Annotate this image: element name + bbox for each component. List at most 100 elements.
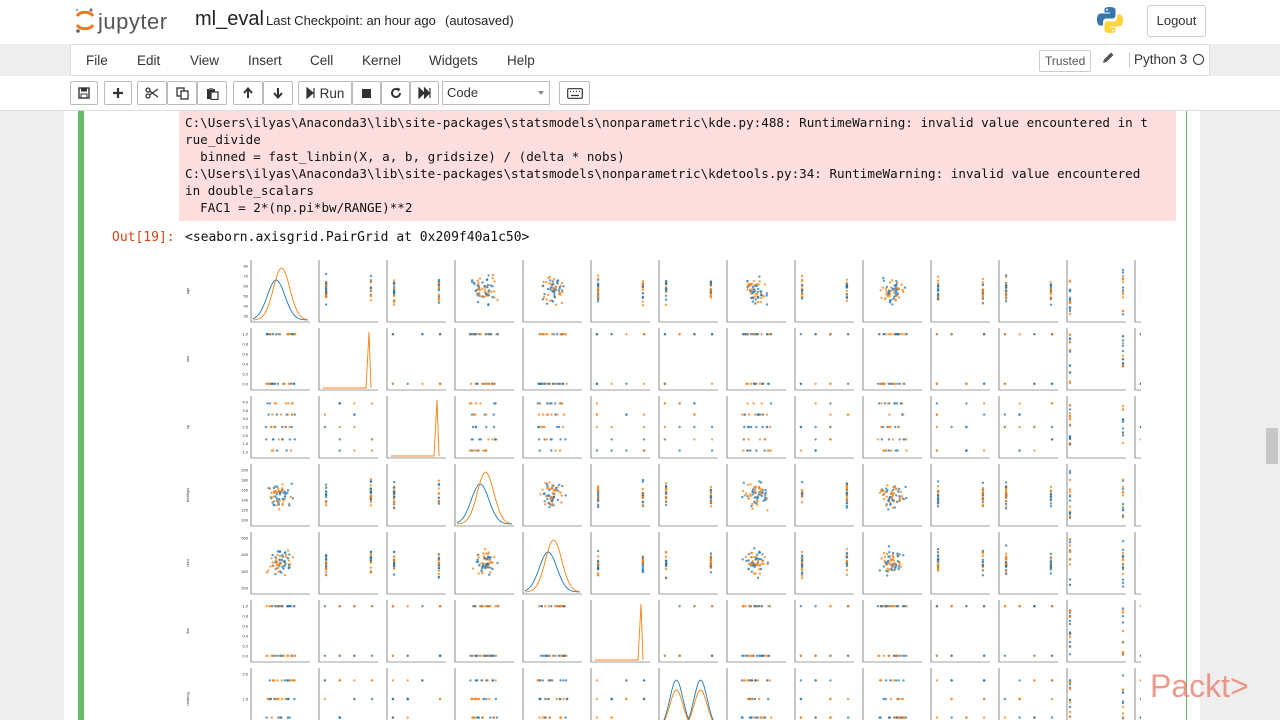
interrupt-button[interactable] [352,81,381,105]
scatter-point [324,561,328,564]
menu-help[interactable]: Help [507,53,535,68]
scatter-point [482,552,485,555]
scatter-point [1068,645,1072,648]
scatter-point [369,558,373,562]
move-down-button[interactable] [263,81,293,105]
scatter-point [550,449,553,452]
scatter-point [1049,289,1053,292]
scatter-point [284,495,287,498]
pencil-icon[interactable] [1101,51,1115,70]
scatter-point [664,562,668,565]
scatter-point [900,495,903,498]
scatter-point [1050,402,1054,405]
notebook-name[interactable]: ml_eval [195,8,264,31]
menu-kernel[interactable]: Kernel [362,53,401,68]
scatter-point [556,425,559,429]
scatter-point [895,488,898,491]
scatter-point [555,697,558,701]
scatter-point [369,566,373,569]
scatter-point [1018,679,1021,682]
scatter-point [610,697,613,701]
scatter-point [370,697,374,701]
scrollbar-thumb[interactable] [1266,428,1278,464]
scatter-point [760,481,763,484]
restart-button[interactable] [381,81,410,105]
scatter-point [641,283,645,286]
scatter-point [760,491,764,494]
plus-icon [113,88,123,98]
kernel-name[interactable]: Python 3 [1129,52,1187,67]
scatter-point [476,449,480,452]
menu-edit[interactable]: Edit [137,53,160,68]
copy-button[interactable] [167,81,197,105]
scatter-point [896,333,900,336]
panel-axes [590,328,650,391]
scatter-point [750,556,753,559]
restart-run-all-button[interactable] [410,81,439,105]
scatter-point [546,402,549,405]
scatter-point [479,402,482,405]
scatter-point [1049,555,1053,559]
scatter-point [891,498,894,502]
move-up-button[interactable] [233,81,263,105]
scatter-point [756,500,759,503]
save-button[interactable] [70,81,98,105]
scatter-point [743,413,746,416]
cell-type-select[interactable]: Code [442,81,550,105]
scatter-point [754,716,758,719]
scatter-point [981,283,985,287]
scatter-point [903,438,906,441]
panel-axes [794,532,854,595]
cut-button[interactable] [137,81,167,105]
scatter-point [1050,425,1054,429]
scatter-point [1068,511,1072,515]
scatter-point [484,333,487,336]
scatter-point [903,286,907,289]
notebook-container: C:\Users\ilyas\Anaconda3\lib\site-packag… [64,111,1200,720]
scatter-point [1068,437,1072,440]
scatter-point [280,490,284,493]
scatter-point [1139,697,1141,701]
scrollbar[interactable] [1264,111,1280,720]
scatter-point [274,561,277,564]
scatter-point [897,490,900,493]
menu-view[interactable]: View [190,53,219,68]
scatter-point [489,560,492,564]
menu-insert[interactable]: Insert [248,53,282,68]
scatter-point [437,567,441,570]
menu-cell[interactable]: Cell [310,53,333,68]
scatter-point [741,495,744,499]
insert-cell-button[interactable] [104,81,132,105]
run-button[interactable]: Run [298,81,352,105]
menubar: File Edit View Insert Cell Kernel Widget… [70,44,1210,76]
logout-button[interactable]: Logout [1147,5,1206,37]
scatter-point [596,274,600,277]
paste-button[interactable] [197,81,227,105]
scatter-point [596,488,600,492]
scatter-point [272,679,276,682]
scatter-point [1049,303,1053,306]
scatter-point [323,413,327,416]
scatter-point [760,494,763,498]
menu-widgets[interactable]: Widgets [429,53,478,68]
scatter-point [476,716,479,719]
scatter-point [752,290,756,294]
scatter-point [268,679,272,682]
scatter-point [760,605,763,608]
scatter-point [754,302,757,305]
scatter-point [487,303,490,306]
jupyter-logo[interactable]: jupyter [74,6,167,41]
scatter-point [270,382,274,385]
scatter-point [324,490,328,493]
scatter-point [492,716,496,719]
scatter-point [751,283,754,286]
command-palette-button[interactable] [559,81,590,105]
scatter-point [595,413,599,416]
trusted-badge[interactable]: Trusted [1039,50,1092,72]
scatter-point [286,489,290,492]
scatter-point [936,547,940,551]
scatter-point [709,292,713,295]
menu-file[interactable]: File [86,53,108,68]
scatter-point [1121,502,1125,506]
scatter-point [543,292,546,296]
